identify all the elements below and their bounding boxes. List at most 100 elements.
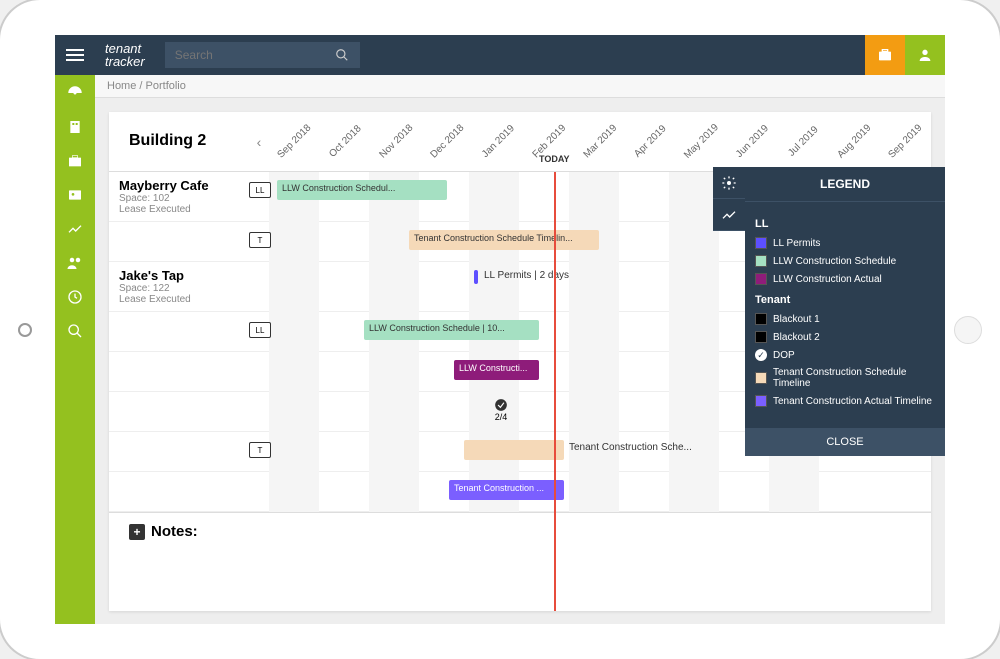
gantt-header: Building 2 ‹ Sep 2018 Oct 2018 Nov 2018 … bbox=[109, 112, 931, 172]
users-icon bbox=[66, 254, 84, 272]
building-icon bbox=[67, 119, 83, 135]
legend-swatch bbox=[755, 372, 767, 384]
chart-icon bbox=[67, 221, 83, 237]
legend-item: ✓ DOP bbox=[755, 346, 935, 364]
legend-item: LL Permits bbox=[755, 234, 935, 252]
legend-title: LEGEND bbox=[745, 167, 945, 202]
legend-swatch bbox=[755, 255, 767, 267]
id-card-icon bbox=[67, 187, 83, 203]
tablet-home-button[interactable] bbox=[18, 323, 32, 337]
app-logo: tenanttracker bbox=[95, 42, 155, 68]
legend-item-label: LLW Construction Schedule bbox=[773, 256, 896, 267]
history-icon bbox=[67, 289, 83, 305]
legend-swatch bbox=[755, 313, 767, 325]
legend-swatch bbox=[755, 273, 767, 285]
legend-settings-tab[interactable] bbox=[713, 167, 745, 199]
breadcrumb-sep: / bbox=[136, 80, 145, 92]
milestone-label: 2/4 bbox=[494, 412, 508, 422]
legend-item: LLW Construction Actual bbox=[755, 270, 935, 288]
gantt-bar-tenant-schedule[interactable]: Tenant Construction Schedule Timelin... bbox=[409, 230, 599, 250]
legend-item-label: Blackout 1 bbox=[773, 314, 820, 325]
plus-icon: + bbox=[129, 524, 145, 540]
timeline-months: Sep 2018 Oct 2018 Nov 2018 Dec 2018 Jan … bbox=[269, 112, 931, 171]
search-icon bbox=[67, 323, 83, 339]
legend-group-ll: LL bbox=[755, 218, 935, 230]
main-content: Home / Portfolio Building 2 ‹ Sep 2018 O… bbox=[95, 75, 945, 624]
legend-item: Blackout 1 bbox=[755, 310, 935, 328]
legend-item: Blackout 2 bbox=[755, 328, 935, 346]
search-box bbox=[165, 42, 360, 68]
legend-item-label: DOP bbox=[773, 350, 795, 361]
sidebar-search[interactable] bbox=[65, 321, 85, 341]
briefcase-button[interactable] bbox=[865, 35, 905, 75]
search-icon bbox=[335, 48, 349, 62]
task-type-icon[interactable]: T bbox=[249, 232, 271, 248]
legend-swatch bbox=[755, 331, 767, 343]
legend-swatch bbox=[755, 395, 767, 407]
sidebar-contacts[interactable] bbox=[65, 185, 85, 205]
tablet-camera bbox=[954, 316, 982, 344]
gantt-bar-tenant-schedule[interactable] bbox=[464, 440, 564, 460]
breadcrumb-home[interactable]: Home bbox=[107, 80, 136, 92]
today-label: TODAY bbox=[539, 154, 570, 164]
legend-group-tenant: Tenant bbox=[755, 294, 935, 306]
legend-item: Tenant Construction Actual Timeline bbox=[755, 392, 935, 410]
line-chart-icon bbox=[721, 207, 737, 223]
gantt-bar-llw-actual[interactable]: LLW Constructi... bbox=[454, 360, 539, 380]
task-type-icon[interactable]: LL bbox=[249, 322, 271, 338]
gear-icon bbox=[721, 175, 737, 191]
row-status: Lease Executed bbox=[119, 294, 239, 305]
task-type-icon[interactable]: LL bbox=[249, 182, 271, 198]
sidebar-dashboard[interactable] bbox=[65, 83, 85, 103]
sidebar-history[interactable] bbox=[65, 287, 85, 307]
legend-swatch bbox=[755, 237, 767, 249]
check-icon: ✓ bbox=[755, 349, 767, 361]
briefcase-icon bbox=[877, 47, 893, 63]
legend-chart-tab[interactable] bbox=[713, 199, 745, 231]
gantt-bar-ll-permits-marker[interactable] bbox=[474, 270, 478, 284]
legend-item: LLW Construction Schedule bbox=[755, 252, 935, 270]
app-screen: tenanttracker bbox=[55, 35, 945, 624]
row-space: Space: 102 bbox=[119, 193, 239, 204]
row-tenant-name: Mayberry Cafe bbox=[119, 178, 239, 193]
row-status: Lease Executed bbox=[119, 204, 239, 215]
gantt-bar-label: Tenant Construction Sche... bbox=[569, 442, 692, 453]
user-button[interactable] bbox=[905, 35, 945, 75]
tablet-frame: tenanttracker bbox=[0, 0, 1000, 659]
legend-item-label: Blackout 2 bbox=[773, 332, 820, 343]
row-tenant-name: Jake's Tap bbox=[119, 268, 239, 283]
milestone-check[interactable]: 2/4 bbox=[494, 398, 508, 422]
check-circle-icon bbox=[494, 398, 508, 412]
breadcrumb: Home / Portfolio bbox=[95, 75, 945, 98]
top-bar: tenanttracker bbox=[55, 35, 945, 75]
hamburger-menu-button[interactable] bbox=[55, 35, 95, 75]
gantt-bar-llw-schedule[interactable]: LLW Construction Schedul... bbox=[277, 180, 447, 200]
row-space: Space: 122 bbox=[119, 283, 239, 294]
legend-item-label: LL Permits bbox=[773, 238, 820, 249]
legend-item-label: Tenant Construction Schedule Timeline bbox=[773, 367, 935, 389]
briefcase-icon bbox=[67, 153, 83, 169]
gauge-icon bbox=[66, 84, 84, 102]
search-button[interactable] bbox=[325, 42, 360, 68]
notes-section[interactable]: + Notes: bbox=[109, 512, 931, 550]
sidebar bbox=[55, 75, 95, 624]
user-icon bbox=[917, 47, 933, 63]
gantt-bar-ll-permits-label: LL Permits | 2 days bbox=[484, 270, 569, 281]
legend-close-button[interactable]: CLOSE bbox=[745, 428, 945, 456]
search-input[interactable] bbox=[165, 42, 325, 68]
sidebar-reports[interactable] bbox=[65, 219, 85, 239]
legend-panel: LEGEND LL LL Permits LLW Construction Sc… bbox=[745, 167, 945, 456]
notes-label: Notes: bbox=[151, 523, 198, 540]
sidebar-building[interactable] bbox=[65, 117, 85, 137]
breadcrumb-current: Portfolio bbox=[146, 80, 186, 92]
gantt-row: Tenant Construction ... bbox=[109, 472, 931, 512]
gantt-title: Building 2 bbox=[109, 112, 249, 171]
sidebar-team[interactable] bbox=[65, 253, 85, 273]
legend-item-label: Tenant Construction Actual Timeline bbox=[773, 396, 932, 407]
gantt-bar-tenant-actual[interactable]: Tenant Construction ... bbox=[449, 480, 564, 500]
sidebar-portfolio[interactable] bbox=[65, 151, 85, 171]
task-type-icon[interactable]: T bbox=[249, 442, 271, 458]
gantt-bar-llw-schedule[interactable]: LLW Construction Schedule | 10... bbox=[364, 320, 539, 340]
legend-item: Tenant Construction Schedule Timeline bbox=[755, 364, 935, 392]
today-line bbox=[554, 172, 556, 611]
